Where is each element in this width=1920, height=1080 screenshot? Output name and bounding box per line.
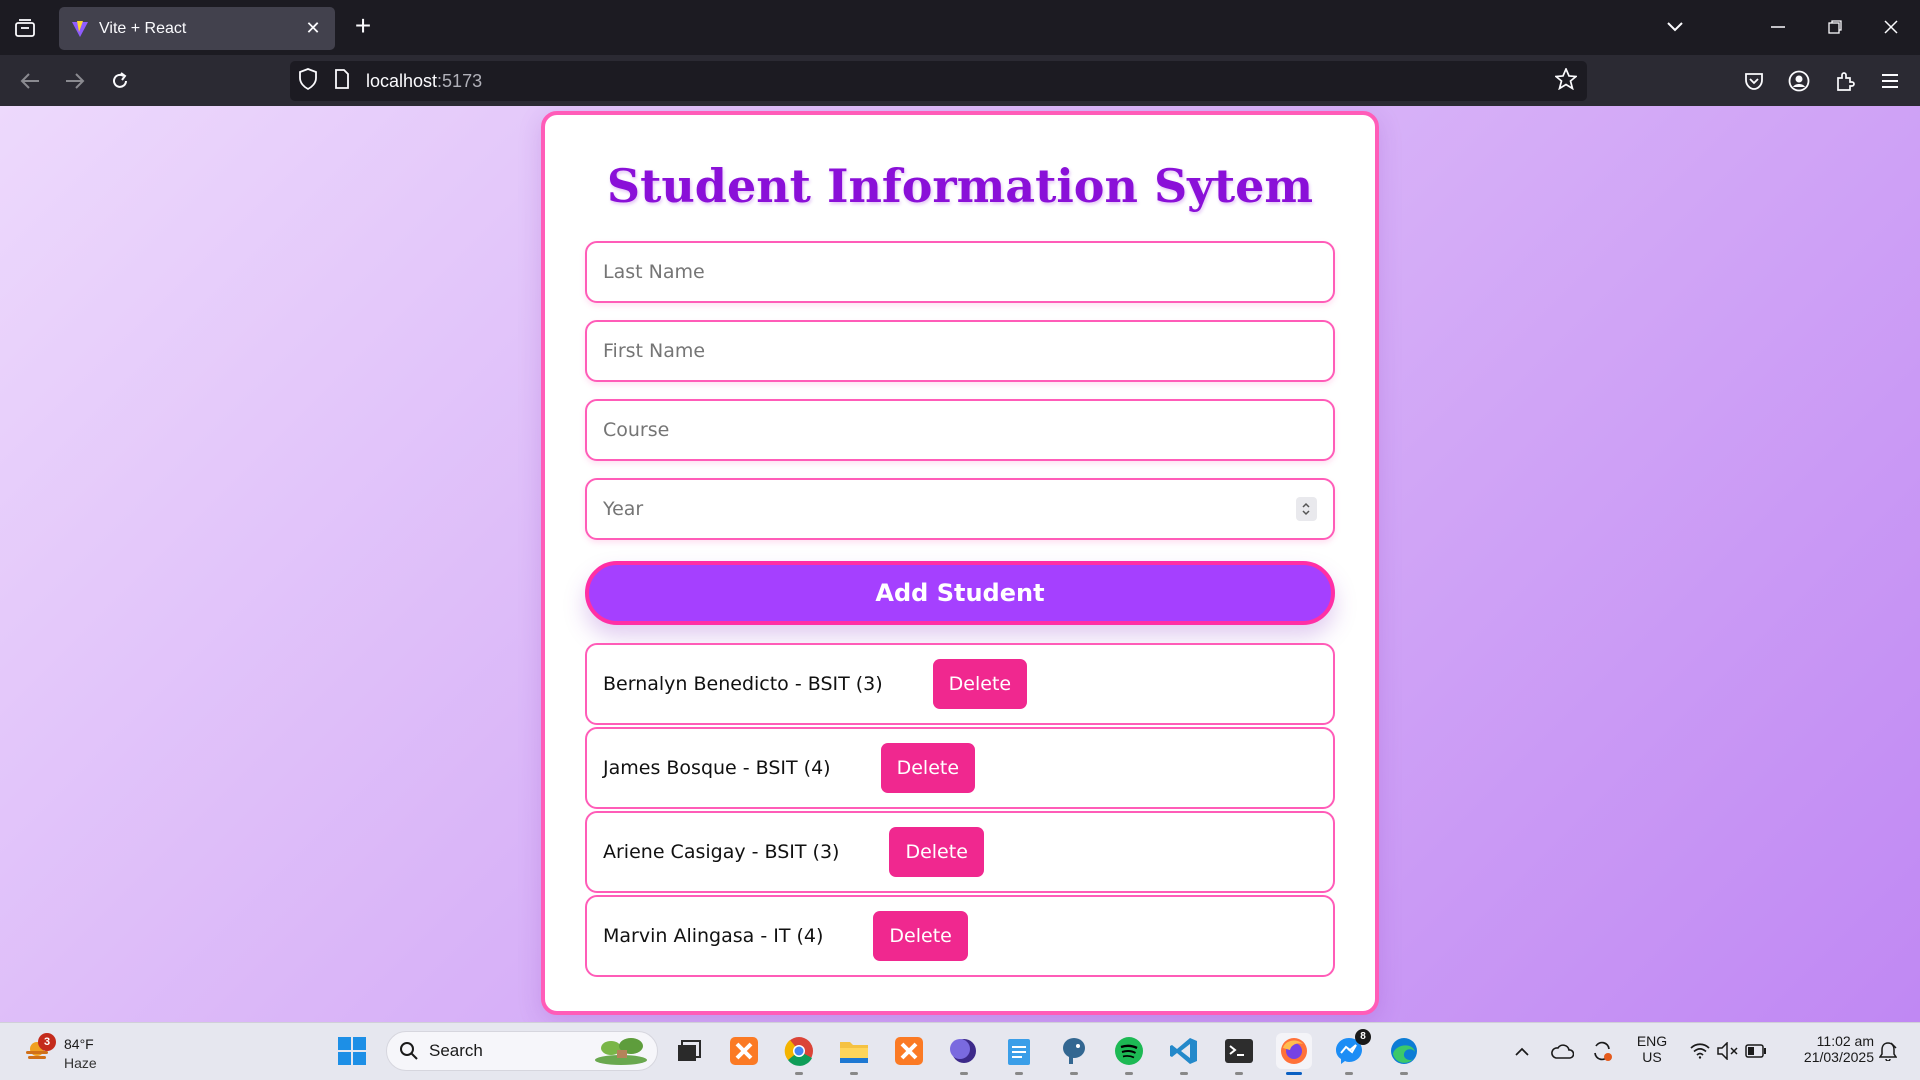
pocket-icon[interactable] (1738, 65, 1770, 97)
xampp-icon[interactable] (726, 1033, 762, 1069)
notifications-bell-icon[interactable] (1870, 1033, 1906, 1069)
last-name-field[interactable] (585, 241, 1335, 303)
page-viewport: Student Information Sytem Add Student Be… (0, 106, 1920, 1022)
weather-temp: 84°F (64, 1036, 94, 1052)
year-spinner-icon[interactable] (1295, 497, 1317, 521)
student-row: James Bosque - BSIT (4) Delete (585, 727, 1335, 809)
windows-taskbar: 3 84°F Haze Search 8 ENG US 11:02 am 21/… (0, 1022, 1920, 1080)
year-field[interactable] (585, 478, 1335, 540)
postgresql-icon[interactable] (1056, 1033, 1092, 1075)
running-indicator (1235, 1072, 1243, 1075)
running-indicator (1400, 1072, 1408, 1075)
browser-navbar: localhost:5173 (0, 55, 1920, 106)
running-indicator (850, 1072, 858, 1075)
extensions-icon[interactable] (1829, 65, 1861, 97)
messenger-badge: 8 (1355, 1029, 1371, 1045)
close-window-icon[interactable] (1876, 12, 1906, 42)
file-explorer-icon[interactable] (836, 1033, 872, 1075)
browser-tabstrip: Vite + React ✕ + (0, 0, 1920, 55)
student-row: Bernalyn Benedicto - BSIT (3) Delete (585, 643, 1335, 725)
running-indicator (795, 1072, 803, 1075)
xampp-control-icon[interactable] (891, 1033, 927, 1069)
last-name-input[interactable] (603, 261, 1317, 283)
delete-button[interactable]: Delete (889, 827, 984, 877)
clock-time: 11:02 am (1816, 1033, 1874, 1049)
onedrive-icon[interactable] (1544, 1033, 1580, 1069)
student-name: Marvin Alingasa - IT (4) (603, 925, 824, 947)
new-tab-button[interactable]: + (348, 12, 378, 42)
edge-icon[interactable] (1386, 1033, 1422, 1075)
list-all-tabs-icon[interactable] (1660, 12, 1690, 42)
search-label: Search (429, 1041, 483, 1060)
forward-icon[interactable] (59, 65, 91, 97)
search-icon (400, 1042, 418, 1060)
vscode-icon[interactable] (1166, 1033, 1202, 1075)
terminal-icon[interactable] (1221, 1033, 1257, 1075)
search-highlight-icon (595, 1038, 647, 1065)
bookmark-star-icon[interactable] (1553, 66, 1579, 95)
chrome-icon[interactable] (781, 1033, 817, 1075)
minimize-icon[interactable] (1763, 12, 1793, 42)
notepad-icon[interactable] (1001, 1033, 1037, 1075)
back-icon[interactable] (14, 65, 46, 97)
weather-condition: Haze (64, 1055, 97, 1071)
tab-title: Vite + React (99, 19, 187, 37)
page-title: Student Information Sytem (606, 159, 1314, 213)
task-view-icon[interactable] (670, 1033, 706, 1069)
weather-badge: 3 (38, 1033, 56, 1051)
spotify-icon[interactable] (1111, 1033, 1147, 1075)
year-input[interactable] (603, 498, 1296, 520)
running-indicator (1345, 1072, 1353, 1075)
running-indicator (1015, 1072, 1023, 1075)
student-row: Ariene Casigay - BSIT (3) Delete (585, 811, 1335, 893)
course-field[interactable] (585, 399, 1335, 461)
course-input[interactable] (603, 419, 1317, 441)
reload-icon[interactable] (104, 65, 136, 97)
taskbar-search[interactable]: Search (386, 1031, 658, 1071)
tab-vite-react[interactable]: Vite + React ✕ (59, 7, 335, 50)
vite-favicon-icon (72, 20, 88, 37)
first-name-field[interactable] (585, 320, 1335, 382)
shield-icon[interactable] (298, 67, 318, 95)
clock-date: 21/03/2025 (1803, 1049, 1874, 1065)
running-indicator (1125, 1072, 1133, 1075)
windows-start-icon[interactable] (334, 1033, 370, 1069)
menu-hamburger-icon[interactable] (1874, 65, 1906, 97)
student-row: Marvin Alingasa - IT (4) Delete (585, 895, 1335, 977)
student-name: James Bosque - BSIT (4) (603, 757, 831, 779)
weather-widget[interactable]: 3 84°F Haze (20, 1031, 110, 1075)
language-indicator[interactable]: ENG US (1632, 1033, 1672, 1065)
show-hidden-icons-chevron-up-icon[interactable] (1504, 1033, 1540, 1069)
clock[interactable]: 11:02 am 21/03/2025 (1780, 1033, 1874, 1065)
url-text[interactable]: localhost:5173 (366, 71, 482, 92)
student-name: Bernalyn Benedicto - BSIT (3) (603, 673, 883, 695)
tab-overview-icon[interactable] (10, 14, 40, 42)
delete-button[interactable]: Delete (880, 743, 976, 793)
account-icon[interactable] (1783, 65, 1815, 97)
running-indicator (1180, 1072, 1188, 1075)
running-indicator (1070, 1072, 1078, 1075)
delete-button[interactable]: Delete (873, 911, 968, 961)
firefox-icon[interactable] (1276, 1033, 1312, 1075)
restore-icon[interactable] (1820, 12, 1850, 42)
first-name-input[interactable] (603, 340, 1317, 362)
delete-button[interactable]: Delete (932, 659, 1028, 709)
running-indicator (960, 1072, 968, 1075)
messenger-icon[interactable]: 8 (1331, 1029, 1371, 1075)
url-bar[interactable]: localhost:5173 (290, 61, 1587, 101)
sync-icon[interactable] (1584, 1033, 1620, 1069)
add-student-button[interactable]: Add Student (585, 561, 1335, 625)
tab-close-icon[interactable]: ✕ (303, 18, 323, 39)
student-form-card: Student Information Sytem Add Student Be… (541, 111, 1379, 1015)
student-name: Ariene Casigay - BSIT (3) (603, 841, 840, 863)
page-icon[interactable] (334, 68, 350, 94)
active-indicator (1286, 1072, 1302, 1075)
eclipse-app-icon[interactable] (946, 1033, 982, 1075)
battery-icon[interactable] (1738, 1033, 1774, 1069)
